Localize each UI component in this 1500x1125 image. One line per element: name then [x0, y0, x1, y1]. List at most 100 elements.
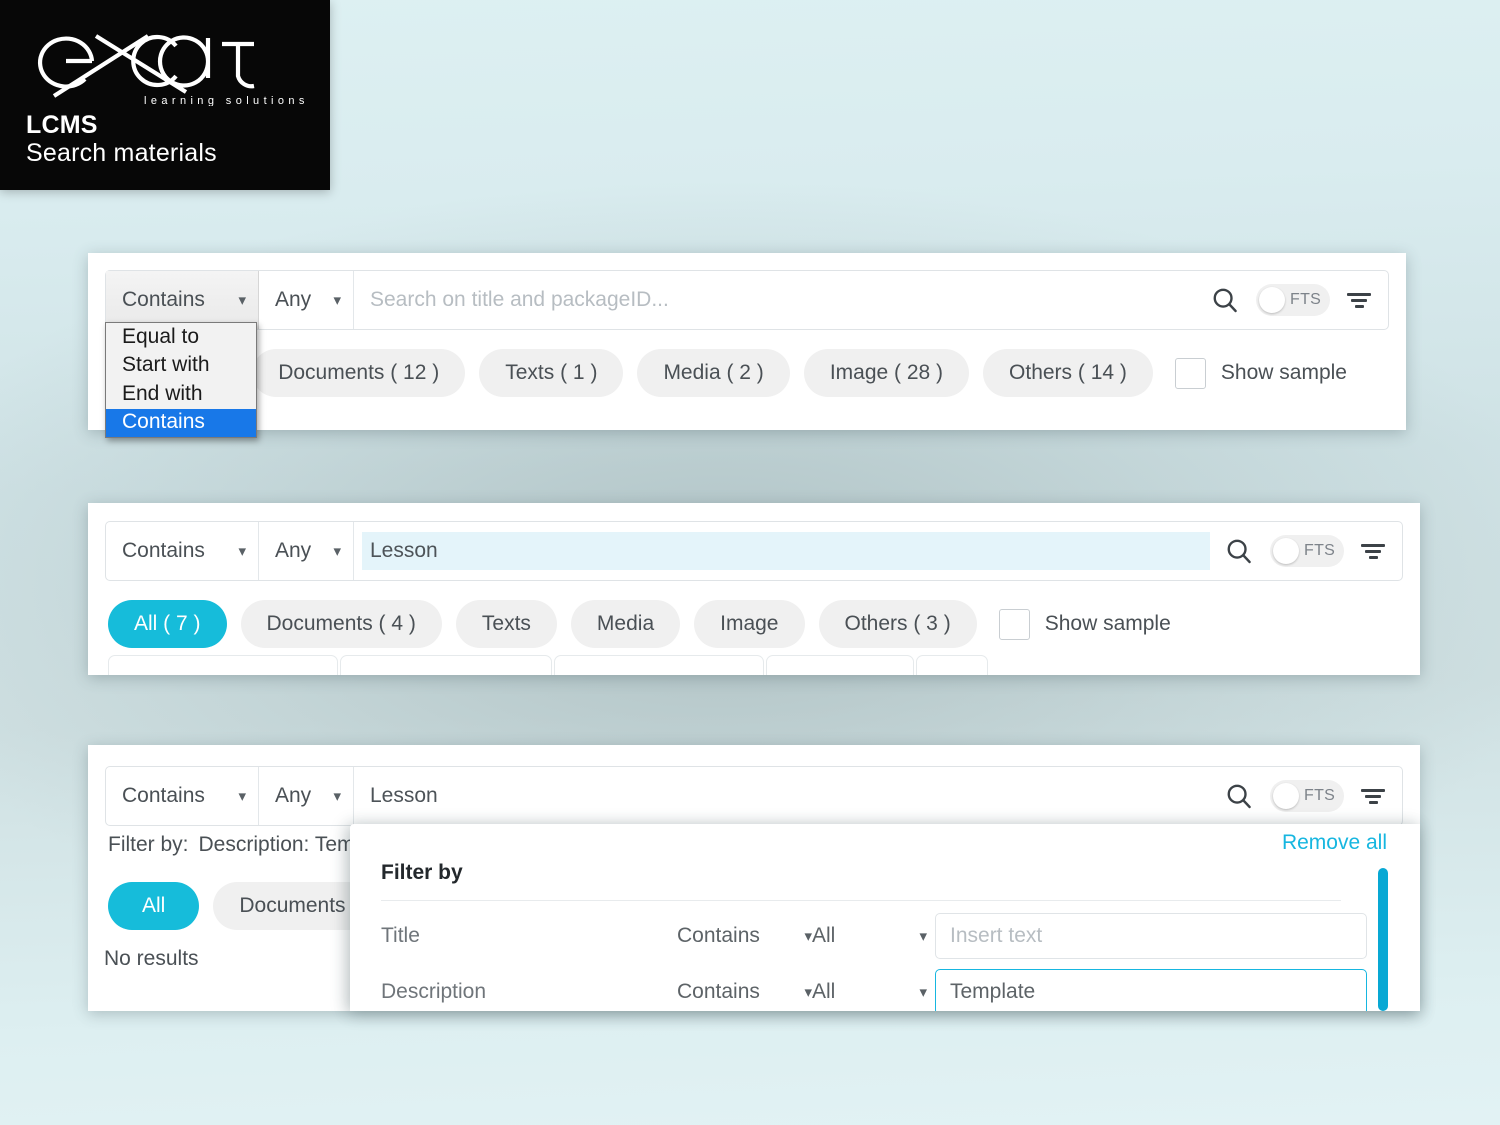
logo-tagline-text: learning solutions [144, 95, 308, 106]
filter-row-description: Description Contains ▾ All ▾ [381, 968, 1367, 1011]
chip-documents[interactable]: Documents [213, 882, 372, 930]
fts-toggle-knob [1273, 783, 1299, 809]
search-bar-tools: FTS [1218, 767, 1402, 825]
search-bar-tools: FTS [1204, 271, 1388, 329]
fts-toggle-knob [1259, 287, 1285, 313]
fts-toggle[interactable]: FTS [1270, 780, 1344, 812]
chip-others[interactable]: Others ( 3 ) [818, 600, 977, 648]
scope-select[interactable]: Any ▾ [259, 522, 354, 580]
chevron-down-icon: ▾ [333, 542, 341, 560]
search-bar: Contains ▾ Any ▾ FTS [105, 270, 1389, 330]
fts-toggle-knob [1273, 538, 1299, 564]
chip-texts[interactable]: Texts [455, 600, 557, 648]
search-input-wrap [354, 271, 1204, 329]
active-filter-label: Filter by: [108, 833, 189, 856]
fts-toggle-label: FTS [1304, 542, 1336, 559]
operator-select[interactable]: Contains ▾ [106, 522, 259, 580]
chevron-down-icon: ▾ [919, 927, 927, 945]
chip-image[interactable]: Image [694, 600, 805, 648]
operator-option-contains[interactable]: Contains [106, 409, 256, 438]
scope-select-value: Any [275, 784, 312, 807]
operator-select[interactable]: Contains ▾ [106, 767, 259, 825]
show-sample-control: Show sample [1174, 357, 1347, 389]
results-card-edge [916, 655, 988, 675]
filter-by-panel: Remove all Filter by Title Contains ▾ Al… [350, 824, 1420, 1011]
filter-scope-select[interactable]: All ▾ [812, 924, 927, 948]
exact-logo-mark: learning solutions [26, 14, 308, 106]
operator-option-equal-to[interactable]: Equal to [106, 324, 256, 352]
filter-panel-scrollbar[interactable] [1378, 868, 1388, 1011]
fts-toggle-label: FTS [1304, 787, 1336, 804]
active-filter-summary: Filter by: Description: Templa [108, 833, 383, 857]
search-icon[interactable] [1210, 285, 1240, 315]
chip-media[interactable]: Media ( 2 ) [637, 349, 790, 397]
filter-lines-icon[interactable] [1346, 292, 1372, 308]
operator-select[interactable]: Contains ▾ [106, 271, 259, 329]
type-filter-chips: All Documents [108, 882, 372, 930]
search-bar: Contains ▾ Any ▾ FTS [105, 766, 1403, 826]
chevron-down-icon: ▾ [238, 542, 246, 560]
scope-select-value: Any [275, 539, 312, 562]
chip-others[interactable]: Others ( 14 ) [983, 349, 1153, 397]
show-sample-checkbox[interactable] [1174, 357, 1206, 389]
filter-lines-icon[interactable] [1360, 543, 1386, 559]
filter-scope-select[interactable]: All ▾ [812, 980, 927, 1004]
chip-media[interactable]: Media [570, 600, 681, 648]
filter-value-input[interactable] [935, 913, 1367, 959]
operator-select-value: Contains [122, 539, 205, 562]
product-name: LCMS [26, 111, 98, 139]
chip-documents[interactable]: Documents ( 12 ) [252, 349, 466, 397]
chevron-down-icon: ▾ [919, 983, 927, 1001]
remove-all-link[interactable]: Remove all [1282, 831, 1387, 855]
search-bar-tools: FTS [1218, 522, 1402, 580]
fts-toggle[interactable]: FTS [1256, 284, 1330, 316]
chevron-down-icon: ▾ [804, 927, 812, 945]
chip-documents[interactable]: Documents ( 4 ) [240, 600, 442, 648]
fts-toggle-label: FTS [1290, 291, 1322, 308]
search-input-wrap [354, 767, 1218, 825]
search-panel-with-query: Contains ▾ Any ▾ FTS [88, 503, 1420, 675]
search-input-wrap [354, 522, 1218, 580]
results-card-edge [554, 655, 764, 675]
search-input[interactable] [362, 777, 1210, 815]
search-icon[interactable] [1224, 536, 1254, 566]
filter-value-input[interactable] [935, 969, 1367, 1011]
operator-option-end-with[interactable]: End with [106, 381, 256, 409]
filter-lines-icon[interactable] [1360, 788, 1386, 804]
operator-option-start-with[interactable]: Start with [106, 352, 256, 380]
filter-operator-select[interactable]: Contains ▾ [677, 980, 812, 1004]
brand-logo-box: learning solutions LCMS Search materials [0, 0, 330, 190]
results-card-edge [108, 655, 338, 675]
chip-image[interactable]: Image ( 28 ) [803, 349, 970, 397]
search-panel-default: Contains ▾ Any ▾ FTS [88, 253, 1406, 430]
chevron-down-icon: ▾ [333, 291, 341, 309]
divider [381, 900, 1341, 901]
show-sample-checkbox[interactable] [998, 608, 1030, 640]
search-input[interactable] [362, 281, 1196, 319]
filter-row-label: Description [381, 980, 487, 1003]
operator-select-value: Contains [122, 784, 205, 807]
filter-operator-value: Contains [677, 980, 760, 1003]
operator-select-dropdown[interactable]: Equal to Start with End with Contains [105, 322, 257, 439]
scope-select[interactable]: Any ▾ [259, 271, 354, 329]
no-results-message: No results [104, 947, 199, 970]
chevron-down-icon: ▾ [333, 787, 341, 805]
fts-toggle[interactable]: FTS [1270, 535, 1344, 567]
chip-all[interactable]: All [108, 882, 200, 930]
operator-select-value: Contains [122, 288, 205, 311]
show-sample-label: Show sample [1220, 361, 1347, 384]
search-bar: Contains ▾ Any ▾ FTS [105, 521, 1403, 581]
screen-name: Search materials [26, 139, 217, 167]
scope-select[interactable]: Any ▾ [259, 767, 354, 825]
search-input[interactable] [362, 532, 1210, 570]
results-card-top-edges [108, 655, 988, 675]
chip-all[interactable]: All ( 7 ) [108, 600, 227, 648]
filter-scope-value: All [812, 924, 836, 947]
search-icon[interactable] [1224, 781, 1254, 811]
type-filter-chips: All ( 7 ) Documents ( 4 ) Texts Media Im… [108, 600, 1171, 648]
filter-by-title: Filter by [381, 861, 463, 884]
chevron-down-icon: ▾ [804, 983, 812, 1001]
chip-texts[interactable]: Texts ( 1 ) [479, 349, 624, 397]
filter-scope-value: All [812, 980, 836, 1003]
filter-operator-select[interactable]: Contains ▾ [677, 924, 812, 948]
